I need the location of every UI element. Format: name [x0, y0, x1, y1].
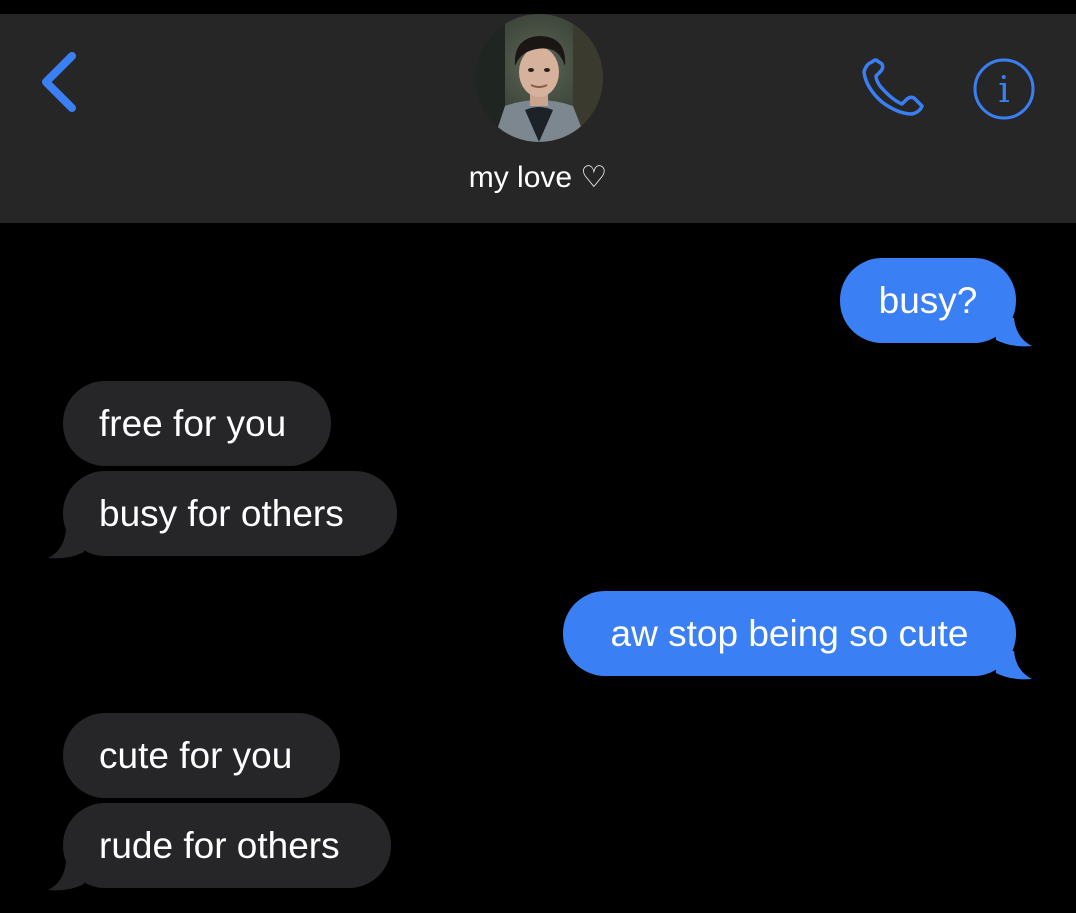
- contact-name[interactable]: my love ♡: [0, 160, 1076, 195]
- message-text: free for you: [99, 403, 287, 444]
- phone-button[interactable]: [858, 56, 928, 120]
- info-icon: i: [973, 58, 1035, 120]
- contact-avatar[interactable]: [475, 14, 603, 142]
- message-bubble-sent[interactable]: aw stop being so cute: [563, 591, 1016, 676]
- message-text: busy for others: [99, 493, 344, 534]
- message-text: cute for you: [99, 735, 293, 776]
- message-bubble-received[interactable]: rude for others: [63, 803, 391, 888]
- avatar-photo: [475, 14, 603, 142]
- message-bubble-sent[interactable]: busy?: [840, 258, 1016, 343]
- svg-text:i: i: [998, 70, 1010, 111]
- message-bubble-received[interactable]: free for you: [63, 381, 331, 466]
- conversation-header: my love ♡ i: [0, 14, 1076, 223]
- message-bubble-received[interactable]: busy for others: [63, 471, 397, 556]
- info-button[interactable]: i: [971, 56, 1037, 122]
- phone-icon: [862, 58, 924, 116]
- back-button[interactable]: [34, 50, 88, 114]
- chevron-left-icon: [42, 52, 76, 112]
- message-text: busy?: [878, 280, 978, 321]
- message-text: aw stop being so cute: [610, 613, 969, 654]
- message-text: rude for others: [99, 825, 340, 866]
- message-bubble-received[interactable]: cute for you: [63, 713, 340, 798]
